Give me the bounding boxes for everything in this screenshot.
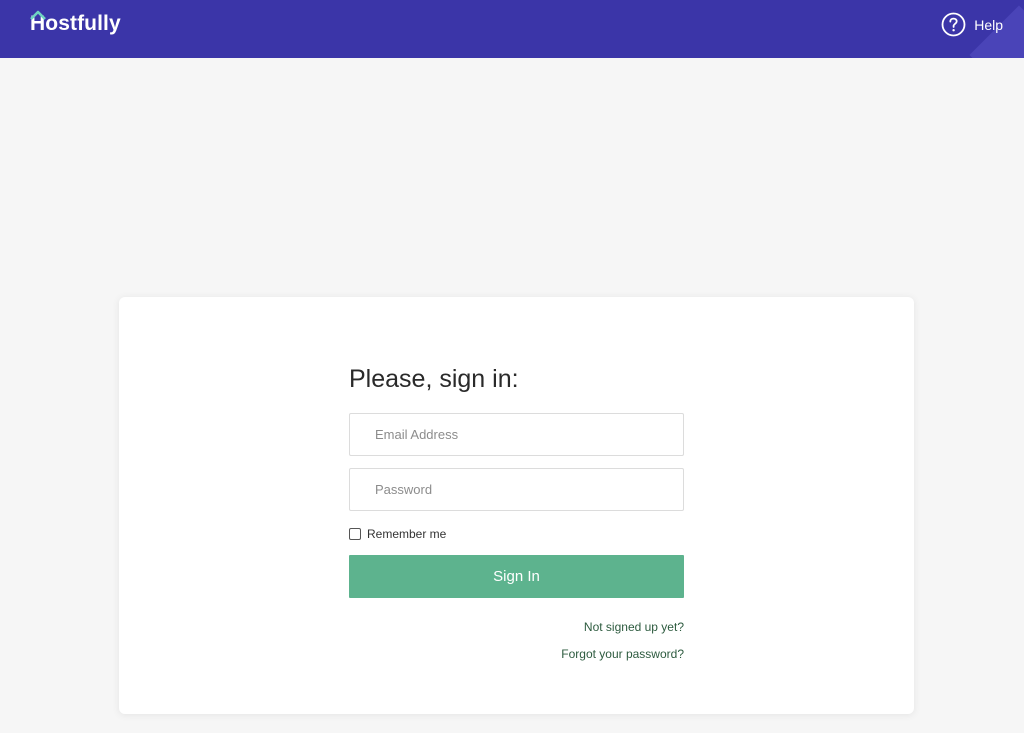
question-circle-icon <box>941 12 966 37</box>
hostfully-logo[interactable]: Hostfully <box>30 9 121 39</box>
remember-me-label[interactable]: Remember me <box>367 527 446 541</box>
login-heading: Please, sign in: <box>349 365 519 393</box>
logo-roof-icon <box>30 10 46 20</box>
remember-me-checkbox[interactable] <box>349 528 361 540</box>
top-navigation-bar: Hostfully Help <box>0 0 1024 58</box>
email-field[interactable] <box>349 413 684 456</box>
help-link[interactable]: Help <box>941 12 1003 37</box>
forgot-password-link[interactable]: Forgot your password? <box>349 641 684 668</box>
help-label: Help <box>974 16 1003 33</box>
login-card: Please, sign in: Remember me Sign In Not… <box>119 297 914 714</box>
auth-links: Not signed up yet? Forgot your password? <box>349 614 684 668</box>
login-form: Please, sign in: Remember me Sign In Not… <box>349 357 684 668</box>
sign-in-button[interactable]: Sign In <box>349 555 684 598</box>
signup-link[interactable]: Not signed up yet? <box>349 614 684 641</box>
password-field[interactable] <box>349 468 684 511</box>
remember-me-row[interactable]: Remember me <box>349 525 684 543</box>
